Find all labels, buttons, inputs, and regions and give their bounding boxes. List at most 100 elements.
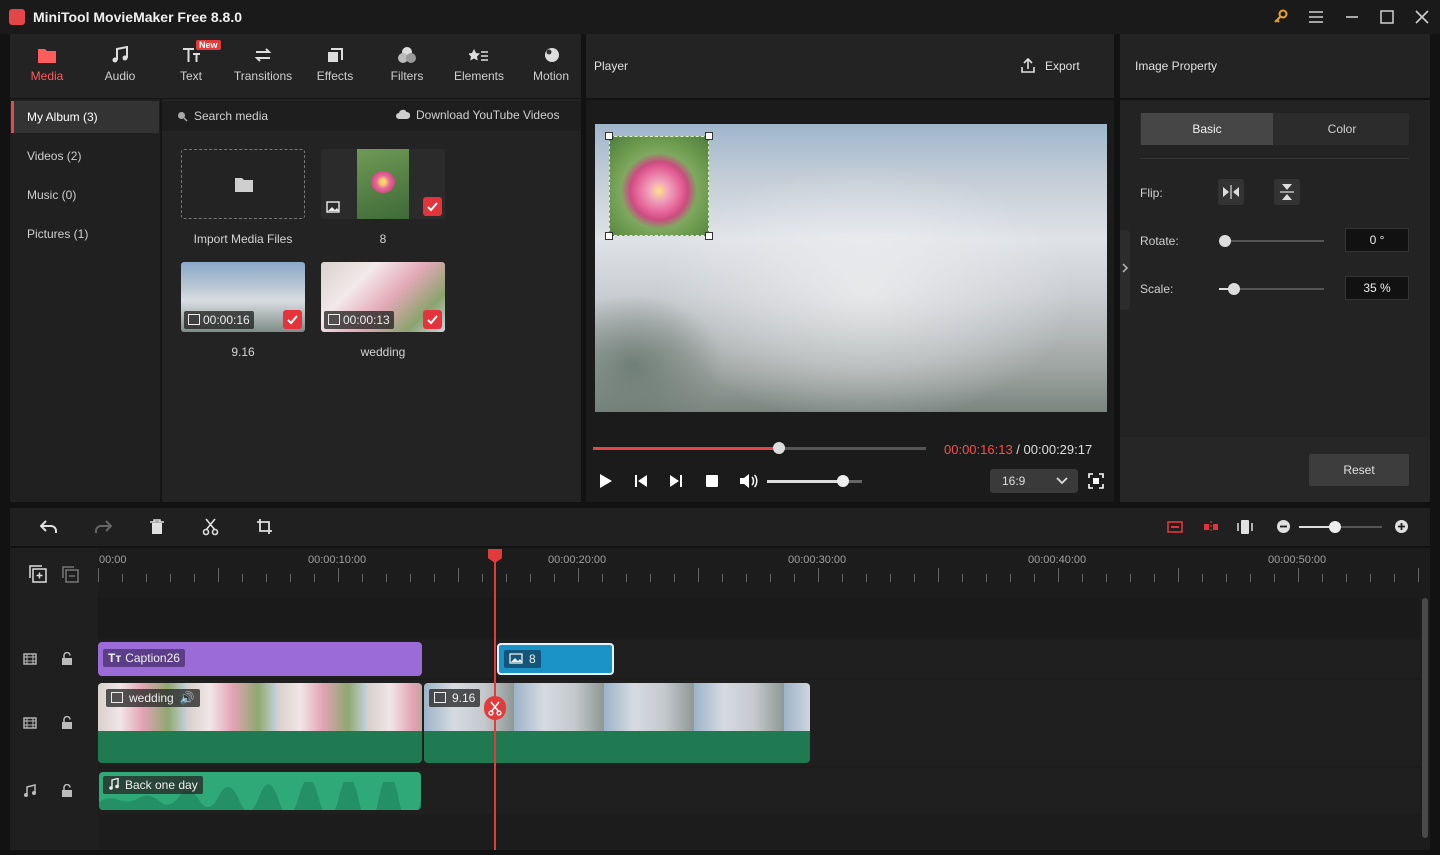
zoom-in-icon[interactable] [1394, 519, 1409, 534]
filters-icon [398, 47, 416, 63]
zoom-fit-icon[interactable] [1237, 518, 1253, 536]
tab-elements[interactable]: Elements [446, 34, 512, 98]
ruler-tick [794, 574, 795, 582]
ruler-tick [362, 574, 363, 582]
ruler-tick [890, 574, 891, 582]
maximize-icon[interactable] [1376, 6, 1398, 28]
media-item-8[interactable] [321, 149, 445, 219]
tab-effects[interactable]: Effects [302, 34, 368, 98]
flip-horizontal-icon [1223, 185, 1239, 199]
album-pictures[interactable]: Pictures (1) [11, 218, 159, 250]
aspect-ratio-select[interactable]: 16:9 [990, 469, 1078, 493]
remove-track-icon[interactable] [62, 566, 79, 583]
rotate-value-field[interactable]: 0 ° [1345, 228, 1409, 252]
clip-9-16-label: 9.16 [452, 691, 476, 705]
playback-progress[interactable] [593, 442, 926, 454]
ruler-tick [578, 568, 579, 582]
download-youtube-link[interactable]: Download YouTube Videos [416, 108, 559, 122]
scale-slider[interactable] [1219, 283, 1324, 295]
caption-clip-label: Caption26 [125, 651, 180, 665]
stop-icon[interactable] [705, 474, 719, 488]
album-music[interactable]: Music (0) [11, 179, 159, 211]
timeline-ruler[interactable] [98, 548, 1420, 586]
minimize-icon[interactable] [1341, 6, 1363, 28]
video-clip-9-16[interactable]: 9.16 [424, 683, 810, 763]
split-at-playhead-button[interactable] [484, 696, 506, 720]
caption-clip[interactable]: Tт Caption26 [98, 642, 422, 676]
music-note-icon [109, 777, 119, 790]
export-button[interactable]: Export [1045, 59, 1080, 73]
zoom-out-icon[interactable] [1276, 519, 1291, 534]
audio-clip[interactable]: Back one day [99, 772, 421, 810]
redo-icon[interactable] [94, 519, 112, 535]
scissors-icon [488, 701, 502, 716]
tab-transitions-label: Transitions [233, 69, 293, 83]
flip-vertical-button[interactable] [1274, 179, 1300, 205]
image-clip-8[interactable]: 8 [497, 643, 614, 675]
flip-horizontal-button[interactable] [1218, 179, 1244, 205]
fullscreen-icon[interactable] [1088, 473, 1104, 489]
import-media-tile[interactable] [181, 149, 305, 219]
ruler-tick [506, 574, 507, 582]
volume-slider[interactable] [767, 475, 862, 487]
close-icon[interactable] [1411, 6, 1433, 28]
chevron-right-icon [1122, 263, 1129, 273]
audio-clip-label: Back one day [125, 778, 198, 792]
timeline-scrollbar[interactable] [1422, 598, 1428, 838]
next-frame-icon[interactable] [668, 473, 684, 489]
ruler-tick [122, 574, 123, 582]
undo-icon[interactable] [40, 519, 58, 535]
tab-basic[interactable]: Basic [1141, 113, 1273, 145]
tab-text-label: Text [179, 69, 202, 83]
ruler-tick [698, 568, 699, 582]
ruler-tick [290, 574, 291, 582]
unlock-icon[interactable] [60, 716, 74, 730]
overlay-image-8[interactable] [609, 136, 709, 236]
ruler-tick [434, 574, 435, 582]
tab-motion[interactable]: Motion [518, 34, 584, 98]
delete-icon[interactable] [149, 519, 165, 535]
tab-color[interactable]: Color [1275, 113, 1409, 145]
ruler-tick [1274, 574, 1275, 582]
track-film-icon [23, 653, 37, 665]
snap-icon[interactable] [1203, 519, 1219, 535]
split-icon[interactable] [202, 518, 219, 536]
volume-icon[interactable] [738, 472, 758, 490]
zoom-slider[interactable] [1299, 521, 1382, 533]
album-my-album[interactable]: My Album (3) [11, 101, 159, 133]
video-clip-wedding[interactable]: wedding 🔊 [98, 683, 422, 763]
tab-media-label: Media [30, 69, 64, 83]
flip-label: Flip: [1140, 186, 1163, 200]
add-track-icon[interactable] [29, 565, 47, 583]
ruler-tick [170, 574, 171, 582]
rotate-slider[interactable] [1219, 235, 1324, 247]
fit-timeline-icon[interactable] [1167, 519, 1183, 535]
reset-button[interactable]: Reset [1309, 454, 1409, 486]
tab-media[interactable]: Media [14, 34, 80, 98]
import-media-label: Import Media Files [193, 232, 293, 246]
crop-icon[interactable] [256, 518, 273, 535]
video-preview[interactable] [595, 124, 1107, 412]
search-input[interactable]: Search media [194, 109, 268, 123]
previous-frame-icon[interactable] [633, 473, 649, 489]
media-item-9-16[interactable]: 00:00:16 [181, 262, 305, 332]
tab-filters[interactable]: Filters [374, 34, 440, 98]
aspect-ratio-value: 16:9 [1002, 474, 1026, 488]
ruler-tick [1346, 574, 1347, 582]
unlock-icon[interactable] [60, 784, 74, 798]
unlock-icon[interactable] [60, 652, 74, 666]
key-icon[interactable] [1270, 6, 1292, 28]
music-note-icon [112, 46, 128, 63]
menu-icon[interactable] [1305, 6, 1327, 28]
track-music-icon [24, 784, 36, 797]
scale-value-field[interactable]: 35 % [1345, 276, 1409, 300]
tab-transitions[interactable]: Transitions [230, 34, 296, 98]
media-item-wedding[interactable]: 00:00:13 [321, 262, 445, 332]
album-videos[interactable]: Videos (2) [11, 140, 159, 172]
ruler-label: 00:00:20:00 [548, 554, 607, 566]
ruler-tick [554, 574, 555, 582]
duration-wedding: 00:00:13 [324, 311, 394, 329]
search-icon [178, 112, 188, 122]
tab-audio[interactable]: Audio [87, 34, 153, 98]
play-icon[interactable] [597, 473, 613, 489]
